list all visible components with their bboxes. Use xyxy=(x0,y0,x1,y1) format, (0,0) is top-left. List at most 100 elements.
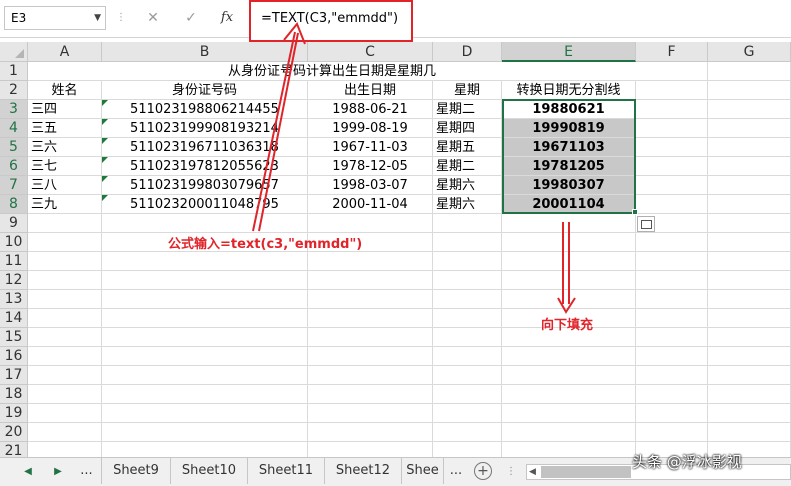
table-cell[interactable]: 星期六 xyxy=(433,195,502,214)
cell-d19[interactable] xyxy=(433,404,502,423)
row-header-7[interactable]: 7 xyxy=(0,176,28,195)
cell-c17[interactable] xyxy=(308,366,433,385)
cell-g2[interactable] xyxy=(708,81,791,100)
quick-analysis-icon[interactable] xyxy=(637,216,655,232)
cell-g15[interactable] xyxy=(708,328,791,347)
table-cell[interactable]: 星期五 xyxy=(433,138,502,157)
cell-a14[interactable] xyxy=(28,309,102,328)
add-sheet-button[interactable]: + xyxy=(474,462,492,480)
row-header-2[interactable]: 2 xyxy=(0,81,28,100)
row-header-18[interactable]: 18 xyxy=(0,385,28,404)
cell-b15[interactable] xyxy=(102,328,308,347)
cell-a20[interactable] xyxy=(28,423,102,442)
cell-d18[interactable] xyxy=(433,385,502,404)
scroll-left-icon[interactable]: ◀ xyxy=(529,465,536,479)
cell-a16[interactable] xyxy=(28,347,102,366)
cell-g14[interactable] xyxy=(708,309,791,328)
cell-a15[interactable] xyxy=(28,328,102,347)
row-header-15[interactable]: 15 xyxy=(0,328,28,347)
cell-a17[interactable] xyxy=(28,366,102,385)
cell-g16[interactable] xyxy=(708,347,791,366)
cell-f15[interactable] xyxy=(636,328,708,347)
header-cell[interactable]: 姓名 xyxy=(28,81,102,100)
tab-sheet12[interactable]: Sheet12 xyxy=(325,458,402,484)
chevron-down-icon[interactable]: ▼ xyxy=(94,7,101,29)
row-header-11[interactable]: 11 xyxy=(0,252,28,271)
column-header-c[interactable]: C xyxy=(308,42,433,62)
header-cell[interactable]: 身份证号码 xyxy=(102,81,308,100)
fill-handle[interactable] xyxy=(632,209,638,215)
row-header-9[interactable]: 9 xyxy=(0,214,28,233)
row-header-14[interactable]: 14 xyxy=(0,309,28,328)
table-cell[interactable]: 2000-11-04 xyxy=(308,195,433,214)
cell-e9[interactable] xyxy=(502,214,636,233)
cell-a19[interactable] xyxy=(28,404,102,423)
row-header-4[interactable]: 4 xyxy=(0,119,28,138)
enter-icon[interactable]: ✓ xyxy=(178,6,204,30)
cell-g13[interactable] xyxy=(708,290,791,309)
cell-e12[interactable] xyxy=(502,271,636,290)
cell-d9[interactable] xyxy=(433,214,502,233)
cell-f12[interactable] xyxy=(636,271,708,290)
cell-g11[interactable] xyxy=(708,252,791,271)
tab-more-right[interactable]: ... xyxy=(444,458,468,484)
tab-sheet9[interactable]: Sheet9 xyxy=(102,458,171,484)
cell-f5[interactable] xyxy=(636,138,708,157)
column-header-e[interactable]: E xyxy=(502,42,636,62)
cell-f14[interactable] xyxy=(636,309,708,328)
cell-f20[interactable] xyxy=(636,423,708,442)
cell-d17[interactable] xyxy=(433,366,502,385)
cell-d10[interactable] xyxy=(433,233,502,252)
cell-a18[interactable] xyxy=(28,385,102,404)
cell-d16[interactable] xyxy=(433,347,502,366)
row-header-3[interactable]: 3 xyxy=(0,100,28,119)
row-header-8[interactable]: 8 xyxy=(0,195,28,214)
cell-b19[interactable] xyxy=(102,404,308,423)
table-cell[interactable]: 511023196711036318 xyxy=(102,138,308,157)
cell-b18[interactable] xyxy=(102,385,308,404)
cell-g18[interactable] xyxy=(708,385,791,404)
row-header-10[interactable]: 10 xyxy=(0,233,28,252)
row-header-20[interactable]: 20 xyxy=(0,423,28,442)
formula-input[interactable]: =TEXT(C3,"emmdd") xyxy=(249,0,413,42)
cell-g6[interactable] xyxy=(708,157,791,176)
cell-e17[interactable] xyxy=(502,366,636,385)
cell-d11[interactable] xyxy=(433,252,502,271)
row-header-1[interactable]: 1 xyxy=(0,62,28,81)
table-cell[interactable]: 511023199908193214 xyxy=(102,119,308,138)
cell-g3[interactable] xyxy=(708,100,791,119)
cell-f17[interactable] xyxy=(636,366,708,385)
tab-sheet11[interactable]: Sheet11 xyxy=(248,458,325,484)
cell-f1[interactable] xyxy=(636,62,708,81)
cell-g1[interactable] xyxy=(708,62,791,81)
cell-a10[interactable] xyxy=(28,233,102,252)
row-header-17[interactable]: 17 xyxy=(0,366,28,385)
table-cell[interactable]: 三七 xyxy=(28,157,102,176)
cancel-icon[interactable]: ✕ xyxy=(140,6,166,30)
cell-d15[interactable] xyxy=(433,328,502,347)
cell-c15[interactable] xyxy=(308,328,433,347)
row-header-13[interactable]: 13 xyxy=(0,290,28,309)
cell-c19[interactable] xyxy=(308,404,433,423)
cell-c14[interactable] xyxy=(308,309,433,328)
cell-e16[interactable] xyxy=(502,347,636,366)
table-cell[interactable]: 三九 xyxy=(28,195,102,214)
name-box[interactable]: E3 ▼ xyxy=(4,6,106,30)
table-cell[interactable]: 1978-12-05 xyxy=(308,157,433,176)
cell-a11[interactable] xyxy=(28,252,102,271)
column-header-a[interactable]: A xyxy=(28,42,102,62)
cell-f8[interactable] xyxy=(636,195,708,214)
cell-c16[interactable] xyxy=(308,347,433,366)
column-header-f[interactable]: F xyxy=(636,42,708,62)
cell-d12[interactable] xyxy=(433,271,502,290)
sheet-title[interactable]: 从身份证号码计算出生日期是星期几 xyxy=(28,62,636,81)
row-header-19[interactable]: 19 xyxy=(0,404,28,423)
column-header-d[interactable]: D xyxy=(433,42,502,62)
cell-b20[interactable] xyxy=(102,423,308,442)
cell-d13[interactable] xyxy=(433,290,502,309)
row-header-6[interactable]: 6 xyxy=(0,157,28,176)
tab-sheet10[interactable]: Sheet10 xyxy=(171,458,248,484)
cell-g20[interactable] xyxy=(708,423,791,442)
column-header-g[interactable]: G xyxy=(708,42,791,62)
cell-a9[interactable] xyxy=(28,214,102,233)
